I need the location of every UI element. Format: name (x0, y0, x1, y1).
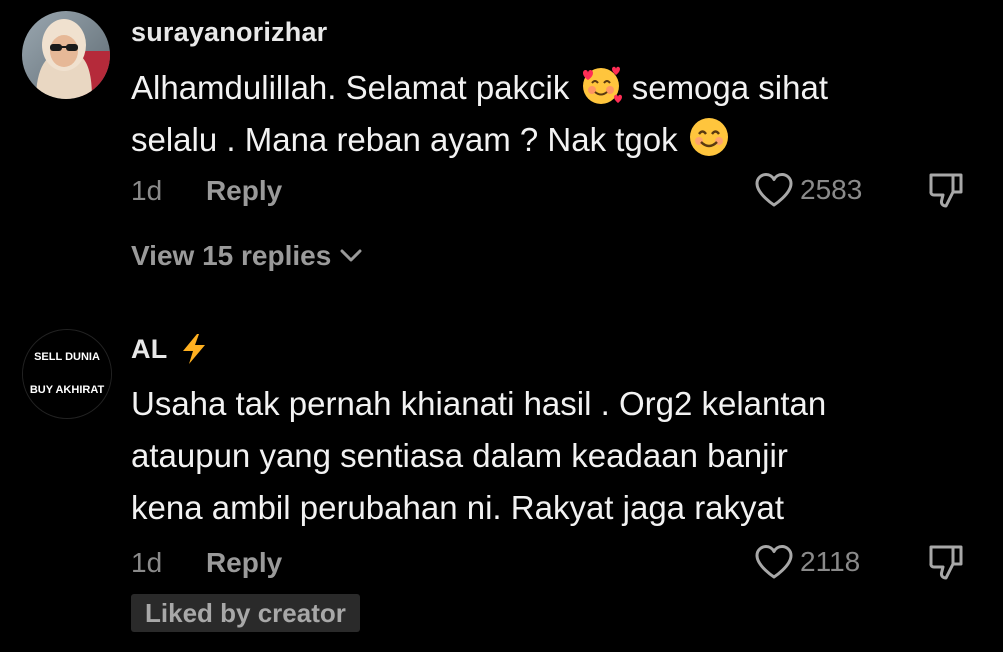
like-button[interactable]: 2118 (754, 544, 860, 580)
liked-by-creator-badge: Liked by creator (131, 594, 360, 632)
thumbs-down-icon (929, 173, 963, 208)
like-button[interactable]: 2583 (754, 172, 862, 208)
reply-button[interactable]: Reply (206, 175, 282, 206)
avatar[interactable] (22, 11, 110, 99)
username[interactable]: surayanorizhar (131, 17, 327, 48)
comment-text-segment: semoga sihat (622, 69, 828, 106)
chevron-down-icon (340, 249, 362, 262)
lightning-icon (183, 334, 206, 364)
like-count: 2583 (800, 174, 863, 205)
comment-text-segment: selalu . Mana reban ayam ? Nak tgok (131, 121, 687, 158)
smiling-face-with-smiling-eyes-icon (687, 115, 731, 159)
username-text: AL (131, 333, 168, 364)
comment-meta: 1d Reply (131, 175, 282, 207)
username[interactable]: AL (131, 333, 209, 365)
timestamp: 1d (131, 175, 163, 206)
comment-text-segment: Alhamdulillah. Selamat pakcik (131, 69, 579, 106)
dislike-button[interactable] (926, 170, 968, 217)
smiling-face-with-hearts-icon (579, 63, 623, 107)
comment-line: kena ambil perubahan ni. Rakyat jaga rak… (131, 489, 785, 526)
like-count: 2118 (800, 546, 861, 577)
comment-text: Usaha tak pernah khianati hasil . Org2 k… (131, 378, 951, 534)
view-replies-label: View 15 replies (131, 240, 332, 271)
comment-meta: 1d Reply (131, 547, 282, 579)
heart-icon (755, 545, 793, 579)
comment-line: Usaha tak pernah khianati hasil . Org2 k… (131, 385, 827, 422)
avatar-text-bottom: BUY AKHIRAT (30, 384, 105, 396)
heart-icon (755, 173, 793, 207)
user-photo-icon (22, 11, 110, 99)
avatar[interactable]: SELL DUNIA BUY AKHIRAT (22, 329, 112, 419)
comment-line: ataupun yang sentiasa dalam keadaan banj… (131, 437, 788, 474)
comment-text: Alhamdulillah. Selamat pakcik semoga sih… (131, 62, 951, 166)
reply-button[interactable]: Reply (206, 547, 282, 578)
view-replies-button[interactable]: View 15 replies (131, 240, 363, 272)
avatar-text-top: SELL DUNIA (34, 351, 100, 363)
thumbs-down-icon (929, 545, 963, 580)
dislike-button[interactable] (926, 542, 968, 589)
timestamp: 1d (131, 547, 163, 578)
text-logo-avatar-icon: SELL DUNIA BUY AKHIRAT (23, 330, 111, 418)
